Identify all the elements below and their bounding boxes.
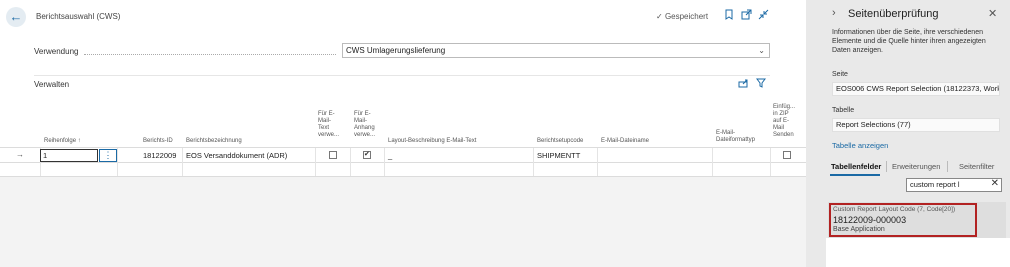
open-new-window-icon[interactable] — [739, 9, 753, 23]
tab-separator — [947, 161, 948, 172]
arrow-left-icon: ← — [9, 9, 23, 24]
col-report-name[interactable]: Berichtsbezeichnung — [186, 138, 242, 145]
row-divider — [0, 176, 806, 177]
page-label: Seite — [832, 71, 848, 78]
page-value[interactable]: EOS006 CWS Report Selection (18122373, W… — [832, 82, 1000, 96]
chevron-right-icon[interactable]: › — [832, 7, 836, 19]
saved-status: ✓ Gespeichert — [656, 12, 708, 21]
col-line — [384, 148, 385, 176]
panel-description: Informationen über die Seite, ihre versc… — [832, 29, 986, 54]
collapse-icon[interactable] — [756, 9, 770, 23]
page-card — [0, 0, 806, 177]
col-email-fileformat[interactable]: E-Mail- Dateiformattyp — [716, 130, 755, 144]
col-zip-send[interactable]: Einfüg... in ZIP auf E- Mail Senden — [773, 104, 795, 139]
col-email-attach-use-l2: Mail- — [354, 118, 367, 124]
email-body-use-checkbox[interactable] — [329, 151, 337, 159]
report-name-cell[interactable]: EOS Versanddokument (ADR) — [186, 151, 287, 160]
col-email-filename[interactable]: E-Mail-Dateiname — [601, 138, 649, 145]
col-email-attach-use-l1: Für E- — [354, 111, 371, 117]
layout-desc-cell[interactable]: _ — [388, 151, 392, 160]
col-setup-code[interactable]: Berichtsetupcode — [537, 138, 583, 145]
active-tab-indicator — [830, 174, 880, 176]
tab-extensions[interactable]: Erweiterungen — [892, 162, 940, 171]
col-sequence[interactable]: Reihenfolge ↑ — [44, 138, 81, 145]
col-email-attach-use-l4: verwe... — [354, 132, 376, 138]
col-email-body-use-l3: Text — [318, 125, 330, 131]
col-report-id[interactable]: Berichts-ID — [143, 138, 173, 145]
col-line — [315, 148, 316, 176]
col-zip-send-l5: Senden — [773, 132, 794, 138]
label-dots — [84, 54, 336, 55]
usage-label: Verwendung — [34, 47, 79, 56]
col-email-body-use-l1: Für E- — [318, 111, 335, 117]
page-title: Berichtsauswahl (CWS) — [36, 12, 121, 21]
tab-table-fields[interactable]: Tabellenfelder — [831, 162, 881, 171]
clear-icon[interactable]: ✕ — [991, 178, 999, 190]
col-line — [117, 148, 118, 176]
field-search-input[interactable]: custom report l ✕ — [906, 178, 1002, 192]
col-email-fileformat-l1: E-Mail- — [716, 130, 735, 136]
divider — [34, 75, 770, 76]
col-line — [350, 148, 351, 176]
report-id-cell[interactable]: 18122009 — [143, 151, 176, 160]
col-line — [533, 148, 534, 176]
field-search-value: custom report l — [910, 180, 960, 189]
result-field-name: Custom Report Layout Code (7, Code[20]) — [833, 206, 956, 213]
saved-label: Gespeichert — [664, 12, 709, 21]
col-zip-send-l3: auf E- — [773, 118, 790, 124]
result-source: Base Application — [833, 226, 885, 233]
col-email-attach-use[interactable]: Für E- Mail- Anhang verwe... — [354, 111, 375, 139]
check-icon: ✓ — [656, 12, 663, 21]
panel-title: Seitenüberprüfung — [848, 8, 939, 20]
close-icon[interactable]: ✕ — [988, 7, 997, 20]
row-selector-arrow-icon[interactable]: → — [16, 150, 24, 159]
table-value[interactable]: Report Selections (77) — [832, 118, 1000, 132]
table-label: Tabelle — [832, 107, 855, 114]
tab-page-filters[interactable]: Seitenfilter — [959, 162, 994, 171]
col-line — [770, 148, 771, 176]
header-divider — [0, 147, 806, 148]
sequence-input[interactable]: 1 — [40, 149, 98, 162]
chevron-down-icon: ⌄ — [758, 46, 765, 55]
tab-separator — [886, 161, 887, 172]
row-divider — [0, 162, 806, 163]
col-zip-send-l2: in ZIP — [773, 111, 789, 117]
email-attach-use-checkbox[interactable] — [363, 150, 371, 159]
section-title: Verwalten — [34, 80, 70, 89]
usage-select[interactable]: CWS Umlagerungslieferung ⌄ — [342, 43, 770, 58]
col-layout-desc[interactable]: Layout-Beschreibung E-Mail-Text — [388, 138, 476, 145]
bookmark-icon[interactable] — [722, 9, 736, 23]
main-area — [0, 0, 806, 267]
col-email-body-use-l2: Mail- — [318, 118, 331, 124]
usage-value: CWS Umlagerungslieferung — [346, 46, 446, 55]
zip-send-checkbox[interactable] — [783, 151, 791, 159]
col-zip-send-l4: Mail — [773, 125, 785, 131]
show-table-link[interactable]: Tabelle anzeigen — [832, 141, 888, 150]
col-line — [712, 148, 713, 176]
row-actions-icon[interactable]: ⋮ — [99, 149, 117, 162]
col-email-attach-use-l3: Anhang — [354, 125, 375, 131]
setup-code-cell[interactable]: SHIPMENTT — [537, 151, 580, 160]
share-icon[interactable] — [738, 78, 749, 91]
col-line — [597, 148, 598, 176]
back-button[interactable]: ← — [6, 7, 26, 27]
col-zip-send-l1: Einfüg... — [773, 104, 796, 110]
col-email-body-use[interactable]: Für E- Mail- Text verwe... — [318, 111, 339, 139]
col-email-fileformat-l2: Dateiformattyp — [716, 137, 756, 143]
filter-icon[interactable] — [756, 78, 766, 91]
col-email-body-use-l4: verwe... — [318, 132, 340, 138]
result-field-value: 18122009-000003 — [833, 215, 907, 225]
panel-bottom-area — [826, 238, 1010, 267]
col-line — [182, 148, 183, 176]
